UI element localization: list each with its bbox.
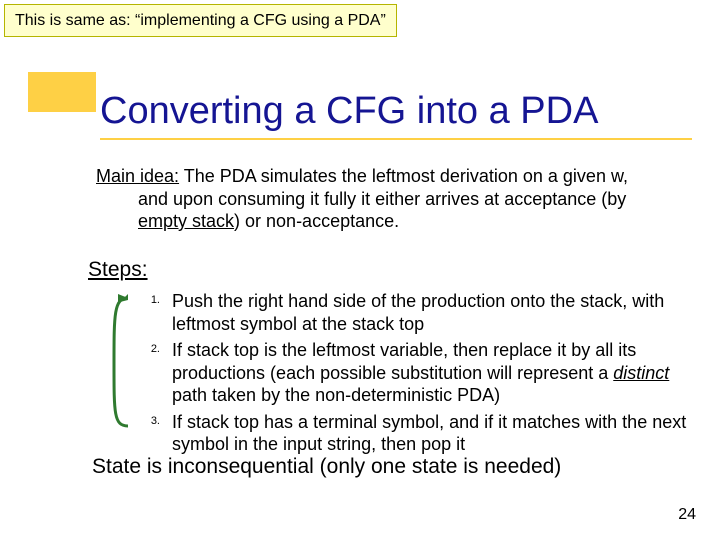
list-item: 2. If stack top is the leftmost variable… — [132, 339, 690, 407]
list-item: 1. Push the right hand side of the produ… — [132, 290, 690, 335]
slide-title: Converting a CFG into a PDA — [100, 90, 598, 133]
main-idea-line2: and upon consuming it fully it either ar… — [96, 188, 682, 211]
step-body: If stack top has a terminal symbol, and … — [172, 411, 690, 456]
footnote-text: State is inconsequential (only one state… — [92, 455, 561, 479]
steps-heading: Steps: — [88, 258, 148, 282]
main-idea-line1: The PDA simulates the leftmost derivatio… — [179, 166, 628, 186]
step-number: 2. — [132, 339, 172, 407]
main-idea-label: Main idea: — [96, 166, 179, 186]
callout-text: This is same as: “implementing a CFG usi… — [15, 12, 386, 29]
steps-list: 1. Push the right hand side of the produ… — [132, 290, 690, 460]
page-number: 24 — [678, 506, 696, 524]
title-underline — [100, 138, 692, 140]
step-body: Push the right hand side of the producti… — [172, 290, 690, 335]
list-item: 3. If stack top has a terminal symbol, a… — [132, 411, 690, 456]
empty-stack-text: empty stack — [138, 211, 234, 231]
title-accent-block — [28, 72, 96, 112]
step-body: If stack top is the leftmost variable, t… — [172, 339, 690, 407]
main-idea-paragraph: Main idea: The PDA simulates the leftmos… — [96, 165, 682, 233]
step-number: 3. — [132, 411, 172, 456]
step-number: 1. — [132, 290, 172, 335]
distinct-word: distinct — [613, 363, 669, 383]
callout-box: This is same as: “implementing a CFG usi… — [4, 4, 397, 37]
main-idea-line3: empty stack) or non-acceptance. — [96, 210, 682, 233]
